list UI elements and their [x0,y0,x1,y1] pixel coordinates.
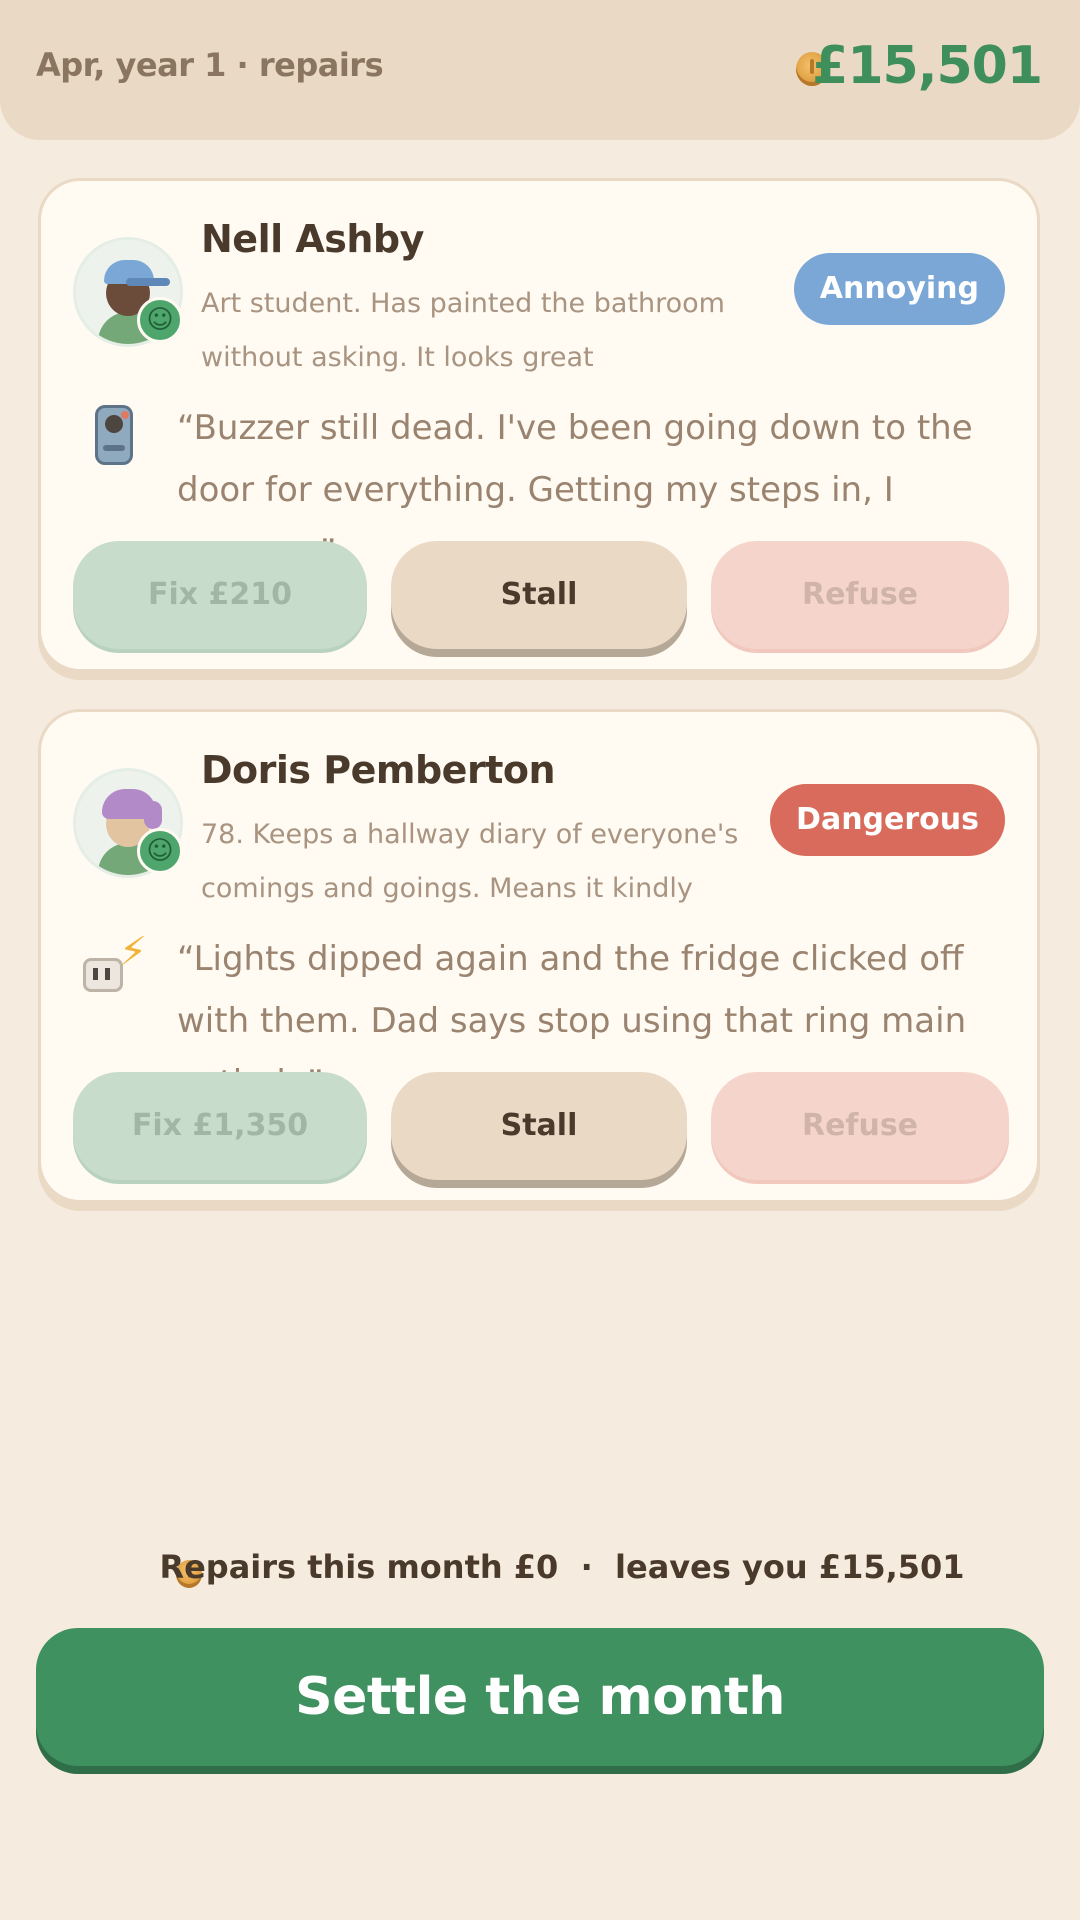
balance-amount: £15,501 [812,36,1043,96]
refuse-button[interactable]: Refuse [711,1072,1009,1180]
electrical-socket-icon: ⚡ [83,932,147,1002]
settle-month-button[interactable]: Settle the month [36,1628,1044,1766]
period-label: Apr, year 1 · repairs [36,46,384,84]
top-bar: Apr, year 1 · repairs £15,501 [0,0,1080,140]
tenant-card: ☺ Doris Pemberton 78. Keeps a hallway di… [38,709,1040,1203]
tenant-status-badge: Dangerous [770,784,1005,856]
happy-face-icon: ☺ [137,828,183,874]
stall-button[interactable]: Stall [391,1072,687,1180]
tenant-name: Doris Pemberton [201,748,556,792]
tenant-status-badge: Annoying [793,253,1005,325]
refuse-button[interactable]: Refuse [711,541,1009,649]
tenant-name: Nell Ashby [201,217,424,261]
intercom-buzzer-icon [83,401,143,471]
tenant-bio: Art student. Has painted the bathroom wi… [201,288,725,373]
fix-button[interactable]: Fix £210 [73,541,367,649]
tenant-bio: 78. Keeps a hallway diary of everyone's … [201,819,739,904]
repairs-summary-text: Repairs this month £0 · leaves you £15,5… [159,1548,965,1586]
fix-button[interactable]: Fix £1,350 [73,1072,367,1180]
tenant-card: ☺ Nell Ashby Art student. Has painted th… [38,178,1040,672]
stall-button[interactable]: Stall [391,541,687,649]
repairs-summary: Repairs this month £0 · leaves you £15,5… [0,1548,1080,1586]
happy-face-icon: ☺ [137,297,183,343]
